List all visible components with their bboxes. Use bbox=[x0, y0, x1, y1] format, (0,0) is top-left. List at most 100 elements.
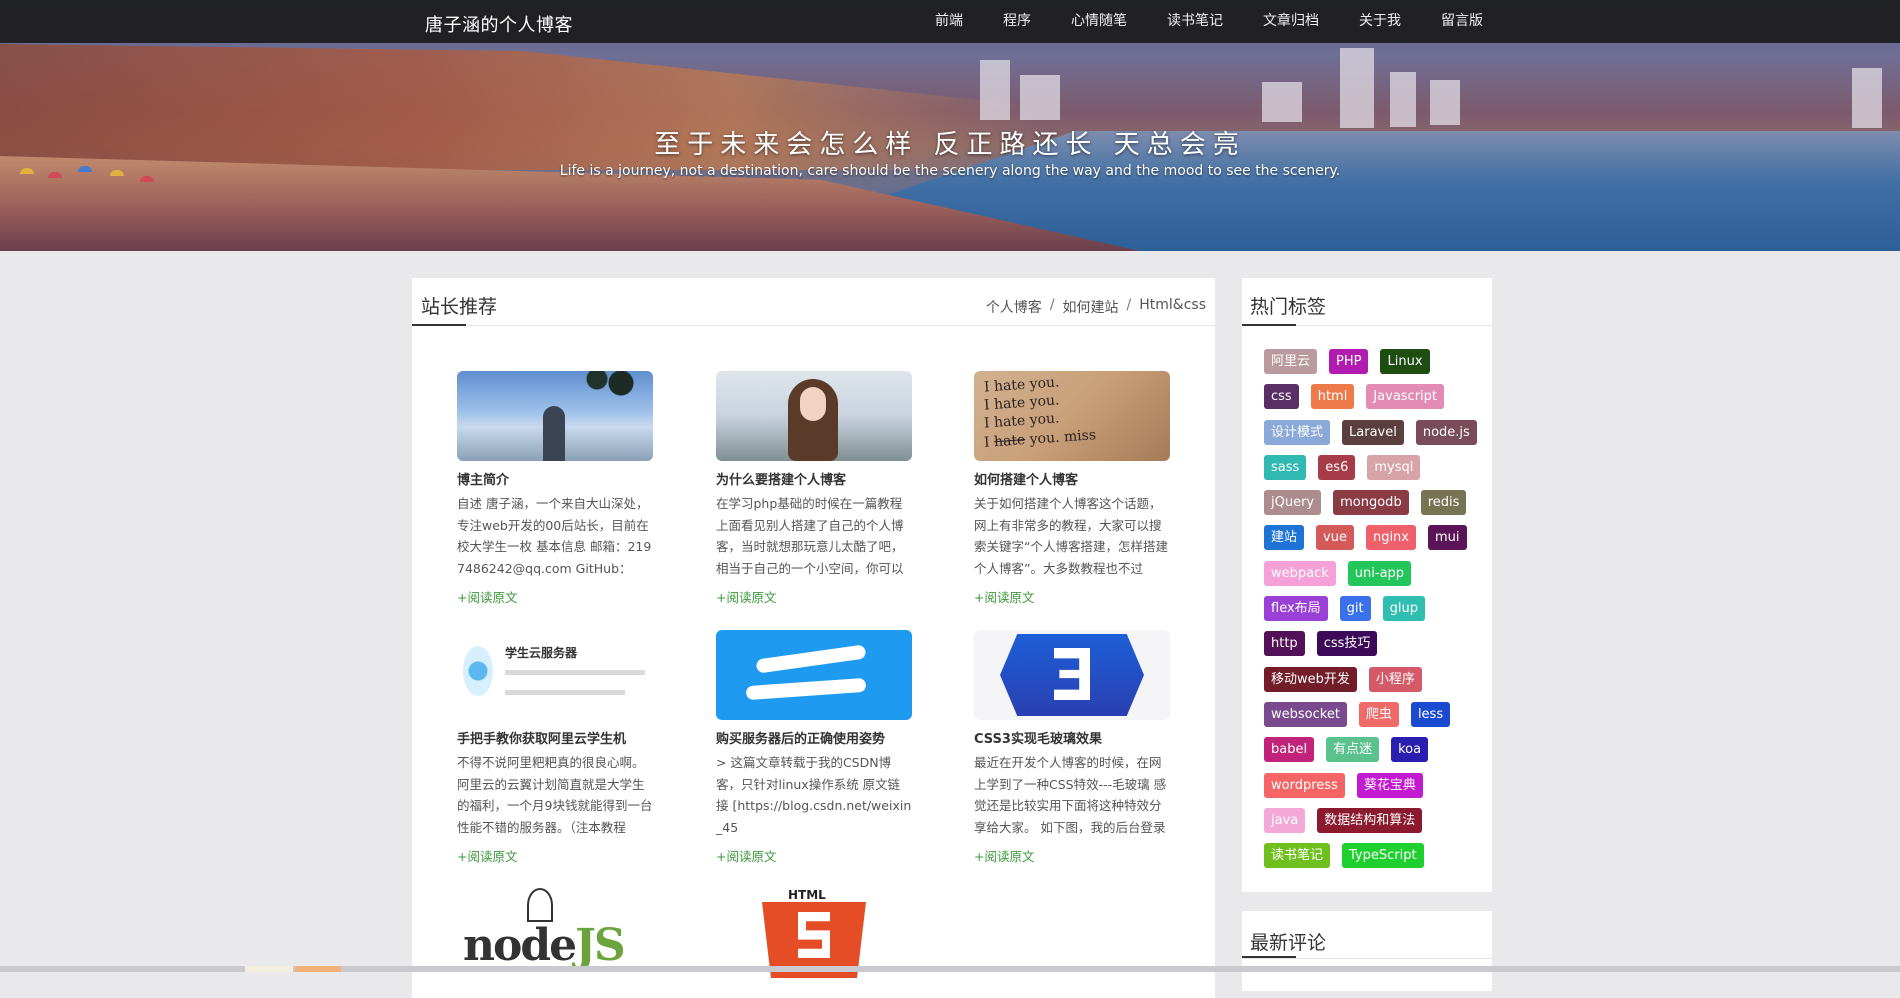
read-more-link[interactable]: +阅读原文 bbox=[457, 587, 653, 606]
article-card: nodeJS bbox=[457, 888, 653, 978]
panel-header: 最新评论 bbox=[1242, 911, 1492, 959]
tag-chip[interactable]: 爬虫 bbox=[1358, 701, 1399, 727]
tag-chip[interactable]: vue bbox=[1316, 525, 1354, 551]
title-underline bbox=[1242, 956, 1296, 958]
read-more-link[interactable]: +阅读原文 bbox=[974, 587, 1170, 606]
article-title[interactable]: 如何搭建个人博客 bbox=[974, 469, 1170, 488]
article-title[interactable]: 博主简介 bbox=[457, 469, 653, 488]
tag-chip[interactable]: mui bbox=[1428, 525, 1467, 551]
tag-chip[interactable]: 数据结构和算法 bbox=[1317, 807, 1423, 833]
tag-chip[interactable]: glup bbox=[1382, 596, 1425, 622]
tag-chip[interactable]: 葵花宝典 bbox=[1356, 772, 1423, 798]
article-excerpt: 关于如何搭建个人博客这个话题，网上有非常多的教程，大家可以搜索关键字“个人博客搭… bbox=[974, 496, 1168, 576]
tag-chip[interactable]: css技巧 bbox=[1316, 631, 1378, 657]
article-thumbnail[interactable]: 学生云服务器 bbox=[457, 630, 653, 720]
article-thumbnail[interactable]: nodeJS bbox=[457, 888, 653, 978]
tag-row: webpack uni-app bbox=[1264, 560, 1479, 596]
tag-chip[interactable]: 有点迷 bbox=[1326, 737, 1380, 763]
portrait-face bbox=[800, 387, 826, 421]
tag-row: css html Javascript bbox=[1264, 384, 1479, 419]
article-card: HTML bbox=[716, 888, 912, 978]
article-title[interactable]: 手把手教你获取阿里云学生机 bbox=[457, 728, 653, 747]
tag-chip[interactable]: mysql bbox=[1367, 454, 1421, 480]
tag-chip[interactable]: 读书笔记 bbox=[1264, 843, 1331, 869]
nav-item-essays[interactable]: 心情随笔 bbox=[1071, 0, 1127, 43]
banner-title: 至于未来会怎么样 反正路还长 天总会亮 bbox=[654, 130, 1246, 160]
tag-chip[interactable]: websocket bbox=[1264, 701, 1347, 727]
css3-logo-numeral bbox=[1054, 648, 1090, 700]
banner-building bbox=[980, 60, 1010, 120]
article-title[interactable]: 购买服务器后的正确使用姿势 bbox=[716, 728, 912, 747]
tag-chip[interactable]: PHP bbox=[1329, 349, 1369, 374]
title-underline bbox=[1242, 324, 1296, 326]
nav-item-frontend[interactable]: 前端 bbox=[935, 0, 963, 43]
breadcrumb-link[interactable]: 个人博客 bbox=[986, 297, 1042, 317]
article-card: 购买服务器后的正确使用姿势 > 这篇文章转载于我的CSDN博客，只针对linux… bbox=[716, 630, 912, 865]
tag-chip[interactable]: 设计模式 bbox=[1264, 419, 1331, 445]
person-silhouette bbox=[543, 406, 565, 461]
tag-chip[interactable]: es6 bbox=[1318, 454, 1356, 480]
nav-item-about[interactable]: 关于我 bbox=[1359, 0, 1401, 43]
tag-chip[interactable]: flex布局 bbox=[1264, 596, 1328, 622]
cloud-logo-stroke bbox=[755, 644, 867, 674]
article-thumbnail[interactable]: I hate you. I hate you. I hate you. I ha… bbox=[974, 371, 1170, 461]
tag-chip[interactable]: babel bbox=[1264, 737, 1315, 763]
nav-item-archive[interactable]: 文章归档 bbox=[1263, 0, 1319, 43]
tag-chip[interactable]: 移动web开发 bbox=[1264, 666, 1357, 692]
read-more-link[interactable]: +阅读原文 bbox=[457, 846, 653, 865]
tag-chip[interactable]: git bbox=[1339, 596, 1371, 622]
tag-row: sass es6 mysql bbox=[1264, 454, 1479, 490]
article-thumbnail[interactable] bbox=[457, 371, 653, 461]
tag-row: java 数据结构和算法 bbox=[1264, 807, 1479, 843]
read-more-link[interactable]: +阅读原文 bbox=[974, 846, 1170, 865]
tag-chip[interactable]: Javascript bbox=[1366, 384, 1445, 410]
tag-chip[interactable]: wordpress bbox=[1264, 772, 1345, 798]
read-more-link[interactable]: +阅读原文 bbox=[716, 587, 912, 606]
article-card: CSS3实现毛玻璃效果 最近在开发个人博客的时候，在网上学到了一种CSS特效--… bbox=[974, 630, 1170, 865]
tag-chip[interactable]: Linux bbox=[1380, 349, 1430, 374]
tag-chip[interactable]: koa bbox=[1391, 737, 1429, 763]
tag-chip[interactable]: redis bbox=[1420, 490, 1467, 516]
tag-chip[interactable]: less bbox=[1410, 701, 1451, 727]
tag-chip[interactable]: TypeScript bbox=[1342, 843, 1424, 869]
banner-building bbox=[1262, 82, 1302, 122]
tag-chip[interactable]: 建站 bbox=[1264, 525, 1305, 551]
tag-chip[interactable]: uni-app bbox=[1347, 560, 1412, 586]
nav-item-reading-notes[interactable]: 读书笔记 bbox=[1167, 0, 1223, 43]
tag-chip[interactable]: http bbox=[1264, 631, 1305, 657]
tag-chip[interactable]: node.js bbox=[1415, 419, 1477, 445]
main-nav: 前端 程序 心情随笔 读书笔记 文章归档 关于我 留言版 bbox=[935, 0, 1523, 43]
breadcrumb-link[interactable]: Html&css bbox=[1139, 297, 1206, 317]
taskbar-item[interactable] bbox=[295, 966, 341, 972]
nav-item-guestbook[interactable]: 留言版 bbox=[1441, 0, 1483, 43]
tag-chip[interactable]: sass bbox=[1264, 454, 1307, 480]
tag-chip[interactable]: jQuery bbox=[1264, 490, 1322, 516]
tag-chip[interactable]: css bbox=[1264, 384, 1299, 410]
tag-chip[interactable]: Laravel bbox=[1342, 419, 1404, 445]
article-card: 为什么要搭建个人博客 在学习php基础的时候在一篇教程上面看见别人搭建了自己的个… bbox=[716, 371, 912, 606]
read-more-link[interactable]: +阅读原文 bbox=[716, 846, 912, 865]
tag-chip[interactable]: nginx bbox=[1365, 525, 1416, 551]
tag-chip[interactable]: webpack bbox=[1264, 560, 1336, 586]
nav-item-programs[interactable]: 程序 bbox=[1003, 0, 1031, 43]
tag-chip[interactable]: html bbox=[1310, 384, 1355, 410]
article-thumbnail[interactable] bbox=[716, 630, 912, 720]
article-excerpt: > 这篇文章转载于我的CSDN博客，只针对linux操作系统 原文链接 [htt… bbox=[716, 755, 912, 835]
article-thumbnail[interactable] bbox=[716, 371, 912, 461]
site-title[interactable]: 唐子涵的个人博客 bbox=[425, 11, 573, 37]
note-scribble: I hate you. bbox=[983, 410, 1060, 432]
tag-chip[interactable]: 小程序 bbox=[1368, 666, 1422, 692]
panel-header: 站长推荐 个人博客 / 如何建站 / Html&css bbox=[412, 278, 1215, 326]
article-title[interactable]: CSS3实现毛玻璃效果 bbox=[974, 728, 1170, 747]
tag-chip[interactable]: 阿里云 bbox=[1264, 349, 1318, 374]
article-thumbnail[interactable] bbox=[974, 630, 1170, 720]
tag-chip[interactable]: java bbox=[1264, 807, 1306, 833]
breadcrumb: 个人博客 / 如何建站 / Html&css bbox=[986, 297, 1206, 317]
article-thumbnail[interactable]: HTML bbox=[716, 888, 912, 978]
breadcrumb-link[interactable]: 如何建站 bbox=[1063, 297, 1119, 317]
taskbar-item[interactable] bbox=[245, 966, 293, 972]
article-title[interactable]: 为什么要搭建个人博客 bbox=[716, 469, 912, 488]
banner-subtitle: Life is a journey, not a destination, ca… bbox=[559, 163, 1341, 179]
tag-chip[interactable]: mongodb bbox=[1333, 490, 1409, 516]
tree-silhouette bbox=[573, 371, 653, 411]
